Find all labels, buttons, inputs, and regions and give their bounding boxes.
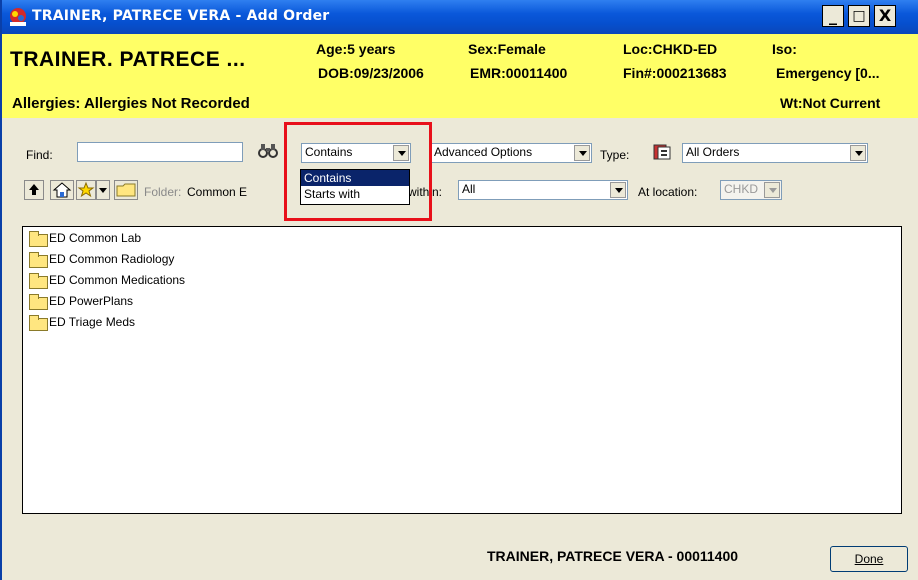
patient-location: Loc:CHKD-ED [623, 41, 718, 57]
patient-fin: Fin#:000213683 [623, 65, 727, 81]
done-button-label: Done [854, 552, 884, 566]
dropdown-arrow-icon[interactable] [574, 145, 590, 161]
folder-icon [29, 252, 48, 268]
order-search-panel: Find: Contains Advanced Options Type: Al… [2, 118, 918, 580]
location-combo: CHKD [720, 180, 782, 200]
folder-item[interactable]: ED Common Medications [23, 271, 500, 292]
folder-icon [29, 294, 48, 310]
folder-item[interactable]: ED PowerPlans [23, 292, 500, 313]
app-icon [10, 8, 26, 26]
folder-tree[interactable]: ED Common Lab ED Common Radiology ED Com… [22, 226, 500, 514]
patient-name[interactable]: TRAINER. PATRECE ... [10, 48, 246, 72]
find-input[interactable] [77, 142, 243, 162]
dropdown-arrow-icon[interactable] [610, 182, 626, 198]
folder-value: Common E [187, 185, 248, 199]
footer-patient-id: TRAINER, PATRECE VERA - 00011400 [487, 548, 739, 564]
up-folder-button[interactable] [24, 180, 44, 200]
window-title: TRAINER, PATRECE VERA - Add Order [32, 8, 330, 24]
home-button[interactable] [50, 180, 74, 200]
favorites-star-icon [77, 181, 95, 198]
folder-item-label: ED Common Medications [49, 273, 186, 287]
folder-icon [29, 231, 48, 247]
patient-dob: DOB:09/23/2006 [318, 65, 424, 81]
favorites-dropdown-button[interactable] [96, 180, 110, 200]
folder-item[interactable]: ED Common Lab [23, 229, 500, 250]
patient-encounter: Emergency [0... [776, 65, 880, 81]
location-value: CHKD [724, 182, 759, 196]
patient-banner: TRAINER. PATRECE ... Age:5 years DOB:09/… [2, 34, 918, 118]
patient-sex: Sex:Female [468, 41, 546, 57]
type-label: Type: [600, 148, 630, 162]
folder-label: Folder: [144, 185, 182, 199]
order-type-value: All Orders [686, 145, 740, 159]
up-folder-icon [29, 184, 39, 195]
folder-icon [29, 315, 48, 331]
order-type-combo[interactable]: All Orders [682, 143, 868, 163]
advanced-options-value: Advanced Options [434, 145, 533, 159]
binoculars-icon[interactable] [258, 143, 278, 159]
folder-item-label: ED PowerPlans [49, 294, 134, 308]
folder-button[interactable] [114, 180, 138, 200]
advanced-options-combo[interactable]: Advanced Options [430, 143, 592, 163]
folder-item-label: ED Common Lab [49, 231, 142, 245]
home-icon [52, 182, 72, 198]
order-type-icon [653, 144, 671, 160]
done-button[interactable]: Done [830, 546, 908, 572]
patient-allergies[interactable]: Allergies: Allergies Not Recorded [12, 95, 250, 112]
close-button[interactable]: X [874, 5, 896, 27]
dropdown-arrow-icon[interactable] [850, 145, 866, 161]
patient-weight: Wt:Not Current [780, 95, 881, 111]
location-label: At location: [638, 185, 698, 199]
folder-item[interactable]: ED Triage Meds [23, 313, 500, 334]
folder-item[interactable]: ED Common Radiology [23, 250, 500, 271]
add-order-window: TRAINER, PATRECE VERA - Add Order _ □ X … [0, 0, 918, 580]
title-bar[interactable]: TRAINER, PATRECE VERA - Add Order _ □ X [2, 0, 918, 34]
find-label: Find: [26, 148, 53, 162]
folder-icon [116, 183, 136, 197]
patient-age: Age:5 years [316, 41, 396, 57]
folder-item-label: ED Common Radiology [49, 252, 175, 266]
patient-emr: EMR:00011400 [470, 65, 568, 81]
highlight-box [284, 122, 432, 221]
order-results-pane[interactable] [500, 226, 902, 514]
within-combo[interactable]: All [458, 180, 628, 200]
folder-icon [29, 273, 48, 289]
within-value: All [462, 182, 476, 196]
maximize-button[interactable]: □ [848, 5, 870, 27]
dropdown-arrow-icon [99, 188, 107, 193]
folder-list: ED Common Lab ED Common Radiology ED Com… [23, 227, 500, 334]
dropdown-arrow-icon [764, 182, 780, 198]
patient-isolation: Iso: [772, 41, 797, 57]
favorites-button[interactable] [76, 180, 96, 200]
folder-item-label: ED Triage Meds [49, 315, 136, 329]
minimize-button[interactable]: _ [822, 5, 844, 27]
